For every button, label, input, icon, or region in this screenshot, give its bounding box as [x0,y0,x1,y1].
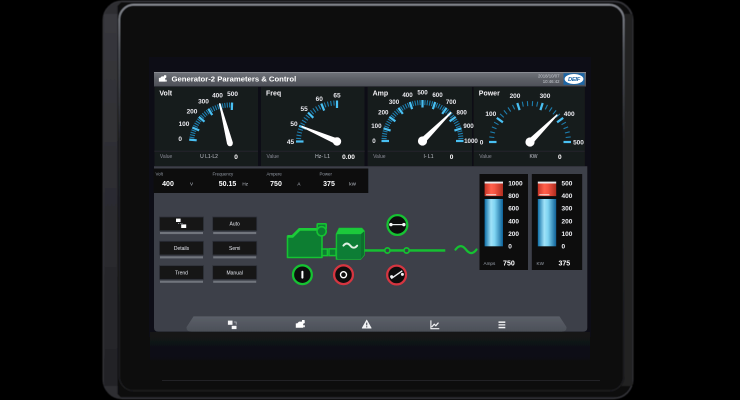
svg-text:400: 400 [402,92,413,99]
svg-text:50: 50 [290,121,298,128]
svg-text:0: 0 [558,154,562,161]
svg-text:0: 0 [450,154,454,161]
svg-text:200: 200 [378,110,389,117]
svg-text:Value: Value [479,154,492,160]
svg-text:0: 0 [372,138,376,145]
svg-text:0: 0 [508,244,512,251]
svg-text:300: 300 [540,93,551,100]
svg-text:2018/10/07: 2018/10/07 [538,74,560,79]
svg-text:100: 100 [485,111,496,118]
svg-text:Auto: Auto [230,222,241,228]
svg-text:1000: 1000 [464,138,478,145]
svg-text:0: 0 [480,139,484,146]
svg-text:Ampere: Ampere [267,172,283,177]
svg-text:750: 750 [270,181,282,188]
svg-text:100: 100 [179,121,190,128]
svg-text:200: 200 [187,108,198,115]
svg-text:200: 200 [510,93,521,100]
svg-text:55: 55 [300,106,308,113]
svg-text:Hz: Hz [242,182,248,187]
svg-text:Power: Power [479,91,500,98]
svg-text:300: 300 [562,206,573,213]
svg-text:Frequency: Frequency [213,172,235,177]
svg-text:Manual: Manual [226,270,242,276]
svg-text:800: 800 [508,193,519,200]
svg-text:I- L1: I- L1 [423,154,433,160]
svg-text:900: 900 [463,123,474,130]
svg-text:400: 400 [562,193,573,200]
svg-text:400: 400 [508,218,519,225]
svg-text:Semi: Semi [229,246,240,252]
svg-text:400: 400 [162,181,174,188]
svg-text:Volt: Volt [156,172,164,177]
svg-text:1000: 1000 [508,181,523,188]
svg-text:Details: Details [174,246,190,252]
svg-text:Value: Value [160,154,173,160]
svg-text:600: 600 [432,92,443,99]
svg-text:700: 700 [446,99,457,106]
svg-text:750: 750 [503,261,515,268]
svg-text:0: 0 [234,154,238,161]
svg-text:100: 100 [562,231,573,238]
svg-text:KW: KW [537,261,545,266]
svg-text:0: 0 [178,136,182,143]
svg-text:0: 0 [562,244,566,251]
svg-text:500: 500 [573,139,584,146]
svg-text:500: 500 [227,91,238,98]
svg-text:500: 500 [417,90,428,97]
svg-text:45: 45 [287,139,295,146]
svg-text:300: 300 [389,99,400,106]
svg-text:0.00: 0.00 [342,154,355,161]
svg-text:200: 200 [562,218,573,225]
svg-text:Value: Value [267,154,280,160]
svg-text:60: 60 [316,96,324,103]
svg-text:Hz- L1: Hz- L1 [315,154,330,160]
svg-text:Freq: Freq [266,91,281,98]
svg-text:Trend: Trend [175,270,188,276]
svg-text:10:46:42: 10:46:42 [543,79,560,84]
svg-text:800: 800 [457,110,468,117]
svg-text:400: 400 [212,92,223,99]
svg-text:Generator-2 Parameters & Contr: Generator-2 Parameters & Control [172,75,297,84]
svg-text:50.15: 50.15 [219,181,237,188]
svg-text:Power: Power [320,172,333,177]
svg-text:U L1-L2: U L1-L2 [200,154,218,160]
svg-text:65: 65 [333,92,341,99]
svg-text:300: 300 [198,98,209,105]
svg-text:DEIF: DEIF [568,77,581,83]
svg-text:Volt: Volt [159,91,172,98]
svg-text:600: 600 [508,206,519,213]
svg-text:375: 375 [558,261,570,268]
svg-text:KW: KW [529,154,537,160]
svg-text:Amps: Amps [484,261,496,266]
svg-text:200: 200 [508,231,519,238]
svg-text:Value: Value [373,154,386,160]
svg-text:400: 400 [564,111,575,118]
svg-text:kW: kW [349,182,356,187]
svg-text:100: 100 [371,123,382,130]
svg-text:500: 500 [562,181,573,188]
svg-text:Amp: Amp [373,91,389,98]
svg-text:375: 375 [323,181,335,188]
